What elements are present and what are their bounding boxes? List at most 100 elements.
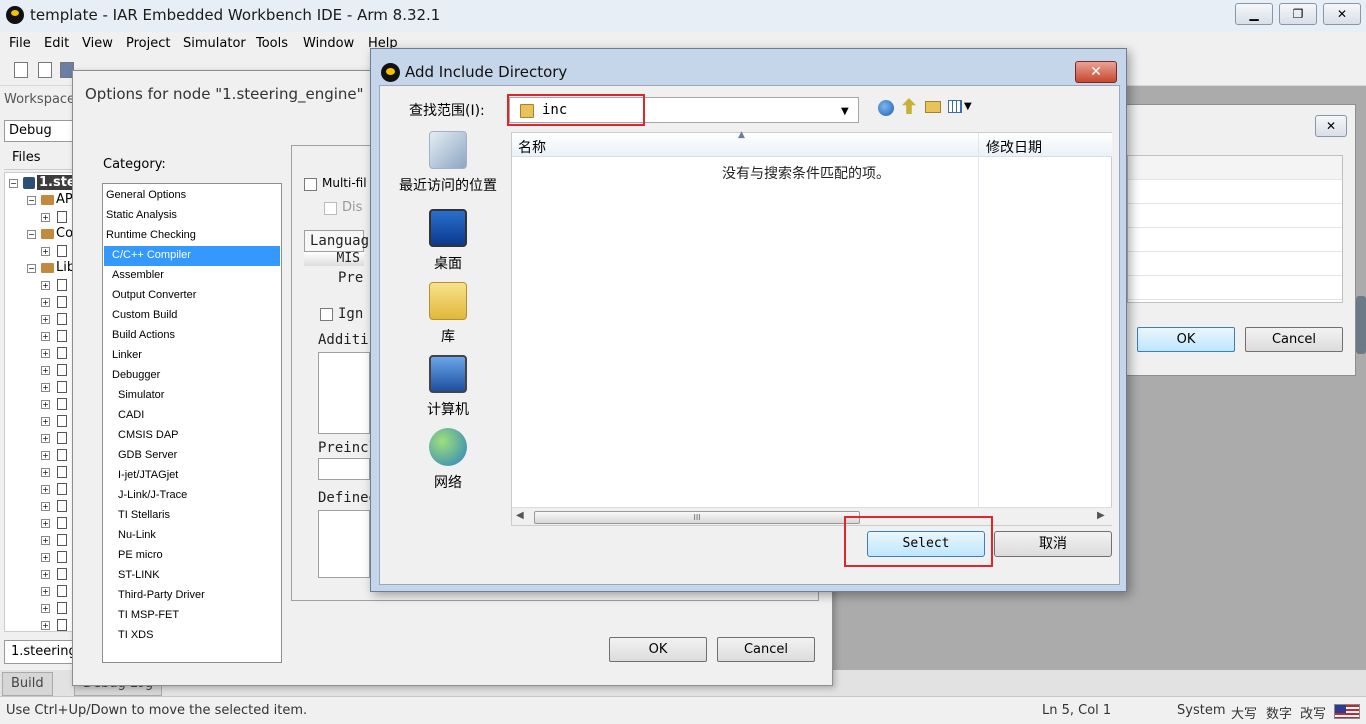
tree-row[interactable]: +: [5, 617, 73, 631]
category-item[interactable]: C/C++ Compiler: [104, 246, 280, 266]
tree-row[interactable]: +: [5, 515, 73, 532]
expand-icon[interactable]: +: [41, 315, 50, 324]
expand-icon[interactable]: +: [41, 281, 50, 290]
expand-icon[interactable]: +: [41, 536, 50, 545]
menu-project[interactable]: Project: [126, 36, 170, 51]
expand-icon[interactable]: +: [41, 434, 50, 443]
tab-misra[interactable]: MIS: [304, 252, 364, 266]
us-flag-icon[interactable]: [1334, 704, 1360, 719]
column-date-modified[interactable]: 修改日期: [986, 137, 1042, 157]
menu-window[interactable]: Window: [303, 36, 354, 51]
right-dialog-list[interactable]: [1127, 155, 1343, 303]
menu-edit[interactable]: Edit: [44, 36, 69, 51]
expand-icon[interactable]: +: [41, 451, 50, 460]
restore-button[interactable]: ❐: [1279, 3, 1317, 25]
tree-row[interactable]: +: [5, 532, 73, 549]
tree-row[interactable]: +: [5, 481, 73, 498]
category-item[interactable]: CADI: [104, 406, 280, 426]
minimize-button[interactable]: ▁: [1235, 3, 1273, 25]
collapse-icon[interactable]: −: [27, 264, 36, 273]
expand-icon[interactable]: +: [41, 553, 50, 562]
new-folder-icon[interactable]: [925, 101, 941, 113]
tree-row[interactable]: +: [5, 464, 73, 481]
tree-row[interactable]: +: [5, 413, 73, 430]
back-icon[interactable]: [878, 100, 894, 116]
preinclude-field[interactable]: [318, 458, 370, 480]
expand-icon[interactable]: +: [41, 468, 50, 477]
tree-row[interactable]: +: [5, 277, 73, 294]
discard-checkbox[interactable]: [324, 202, 337, 215]
category-item[interactable]: Static Analysis: [104, 206, 280, 226]
chevron-down-icon[interactable]: ▼: [841, 106, 849, 117]
tree-row[interactable]: +: [5, 447, 73, 464]
close-button[interactable]: ✕: [1323, 3, 1361, 25]
ignore-checkbox[interactable]: [320, 308, 333, 321]
tree-row[interactable]: − 1.stee: [5, 175, 73, 192]
category-item[interactable]: Debugger: [104, 366, 280, 386]
ok-button[interactable]: OK: [1137, 327, 1235, 352]
expand-icon[interactable]: +: [41, 383, 50, 392]
expand-icon[interactable]: +: [41, 349, 50, 358]
tree-row[interactable]: +: [5, 294, 73, 311]
list-item[interactable]: [1128, 228, 1342, 252]
category-item[interactable]: TI Stellaris: [104, 506, 280, 526]
place-network[interactable]: 网络: [388, 428, 508, 498]
place-computer[interactable]: 计算机: [388, 355, 508, 425]
category-item[interactable]: Build Actions: [104, 326, 280, 346]
menu-simulator[interactable]: Simulator: [183, 36, 246, 51]
category-item[interactable]: Output Converter: [104, 286, 280, 306]
tree-row[interactable]: +: [5, 328, 73, 345]
cancel-button[interactable]: 取消: [994, 531, 1112, 557]
tree-row[interactable]: +: [5, 566, 73, 583]
expand-icon[interactable]: +: [41, 298, 50, 307]
expand-icon[interactable]: +: [41, 400, 50, 409]
menu-tools[interactable]: Tools: [256, 36, 288, 51]
category-item[interactable]: Assembler: [104, 266, 280, 286]
category-item[interactable]: Simulator: [104, 386, 280, 406]
expand-icon[interactable]: +: [41, 519, 50, 528]
additional-include-field[interactable]: [318, 352, 370, 434]
defined-symbols-field[interactable]: [318, 510, 370, 578]
chevron-down-icon[interactable]: ▼: [964, 101, 972, 112]
place-recent[interactable]: 最近访问的位置: [388, 131, 508, 201]
category-item[interactable]: J-Link/J-Trace: [104, 486, 280, 506]
tab-build[interactable]: Build: [2, 672, 53, 696]
tab-language[interactable]: Languag: [304, 230, 369, 252]
workspace-tree[interactable]: − 1.stee − AP + − Co + − Lib + + + + + + + + + + +…: [4, 172, 74, 632]
tree-row[interactable]: +: [5, 209, 73, 226]
tree-row[interactable]: +: [5, 549, 73, 566]
expand-icon[interactable]: +: [41, 570, 50, 579]
collapse-icon[interactable]: −: [27, 196, 36, 205]
menu-file[interactable]: File: [9, 36, 31, 51]
collapse-icon[interactable]: −: [27, 230, 36, 239]
close-button[interactable]: ✕: [1075, 61, 1117, 83]
close-icon[interactable]: ✕: [1315, 115, 1347, 137]
tree-row[interactable]: +: [5, 498, 73, 515]
up-folder-icon[interactable]: [902, 98, 916, 114]
category-item[interactable]: Custom Build: [104, 306, 280, 326]
category-item[interactable]: Third-Party Driver: [104, 586, 280, 606]
expand-icon[interactable]: +: [41, 502, 50, 511]
scroll-right-icon[interactable]: ▶: [1097, 510, 1105, 521]
tree-row[interactable]: +: [5, 345, 73, 362]
file-list-view[interactable]: ▲ 名称 修改日期 没有与搜索条件匹配的项。 ◀ III ▶: [511, 130, 1112, 526]
expand-icon[interactable]: +: [41, 366, 50, 375]
horizontal-scrollbar[interactable]: ◀ III ▶: [512, 507, 1112, 525]
menu-view[interactable]: View: [82, 36, 113, 51]
view-menu-icon[interactable]: [948, 100, 962, 113]
expand-icon[interactable]: +: [41, 417, 50, 426]
multifile-checkbox[interactable]: [304, 178, 317, 191]
category-item[interactable]: I-jet/JTAGjet: [104, 466, 280, 486]
cancel-button[interactable]: Cancel: [717, 637, 815, 662]
workspace-tab[interactable]: 1.steering: [4, 640, 77, 664]
expand-icon[interactable]: +: [41, 587, 50, 596]
category-item[interactable]: PE micro: [104, 546, 280, 566]
tree-row[interactable]: +: [5, 362, 73, 379]
tree-row[interactable]: +: [5, 379, 73, 396]
scrollbar-thumb[interactable]: [1356, 296, 1366, 354]
expand-icon[interactable]: +: [41, 485, 50, 494]
ok-button[interactable]: OK: [609, 637, 707, 662]
category-item[interactable]: CMSIS DAP: [104, 426, 280, 446]
category-item[interactable]: ST-LINK: [104, 566, 280, 586]
category-item[interactable]: GDB Server: [104, 446, 280, 466]
